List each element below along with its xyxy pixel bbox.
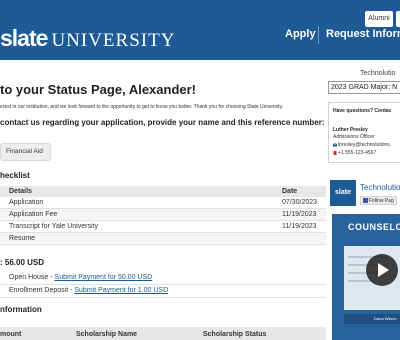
financial-info-heading: nformation	[0, 305, 42, 314]
divider	[0, 284, 326, 285]
counselor-video[interactable]: COUNSELOR TES Dana Wilson	[332, 214, 400, 340]
col-scholarship-status: Scholarship Status	[203, 331, 267, 338]
org-label: Technolutio	[360, 70, 396, 77]
social-widget: slate Technolutio Follow Pag	[330, 180, 400, 210]
apply-link[interactable]: Apply	[285, 28, 316, 40]
video-title: COUNSELOR TES	[348, 222, 400, 232]
checklist-heading: hecklist	[0, 171, 30, 180]
contact-email[interactable]: lpresley@technolutions.	[338, 142, 391, 148]
table-row: Application Fee 11/19/2023	[0, 209, 326, 221]
nav-divider	[318, 26, 319, 44]
slate-logo: slate	[330, 180, 356, 206]
submit-payment-link[interactable]: Submit Payment for 50.00 USD	[55, 274, 153, 281]
divider	[0, 297, 326, 298]
top-utility-button[interactable]	[396, 11, 400, 27]
request-info-link[interactable]: Request Informa	[326, 28, 400, 40]
row-detail: Resume	[9, 235, 36, 242]
contact-email-row[interactable]: lpresley@technolutions.	[332, 142, 391, 148]
widget-page-name[interactable]: Technolutio	[360, 183, 400, 192]
contact-title: Admissions Officer	[333, 134, 375, 140]
col-details: Details	[9, 188, 32, 195]
row-detail: Application Fee	[9, 211, 58, 218]
alumni-button[interactable]: Alumni	[365, 11, 393, 27]
thumbnail-line	[348, 280, 372, 282]
program-select[interactable]: 2023 GRAD Major: N	[328, 81, 400, 94]
envelope-icon	[332, 142, 338, 147]
row-detail: Transcript for Yale University	[9, 223, 98, 230]
payment-label: Open House -	[9, 274, 55, 281]
reference-note: contact us regarding your application, p…	[0, 118, 325, 127]
scholarship-table-header: mount Scholarship Name Scholarship Statu…	[0, 327, 326, 340]
intro-text: erest in our institution, and we look fo…	[0, 104, 284, 110]
play-icon[interactable]	[366, 254, 398, 286]
contact-name: Luther Presley	[333, 127, 368, 133]
site-header: slate UNIVERSITY Alumni Apply Request Inf…	[0, 0, 400, 60]
tab-financial-aid[interactable]: Financial Aid	[0, 143, 51, 161]
row-date: 11/19/2023	[282, 211, 317, 218]
table-row: Resume	[0, 233, 326, 245]
facebook-icon	[363, 197, 368, 203]
row-detail: Application	[9, 199, 44, 206]
col-date: Date	[282, 188, 298, 195]
checklist-table: Details Date Application 07/30/2023 Appl…	[0, 186, 326, 245]
row-date: 11/19/2023	[282, 223, 317, 230]
contact-question: Have questions? Contac	[333, 108, 392, 114]
table-row: Application 07/30/2023	[0, 197, 326, 209]
video-badge: Dana Wilson	[344, 314, 400, 324]
balance-due: : 56.00 USD	[0, 258, 45, 267]
row-date: 07/30/2023	[282, 199, 318, 206]
contact-phone-row: +1 555-123-4567	[333, 150, 376, 156]
brand-suffix: UNIVERSITY	[51, 30, 176, 51]
col-scholarship-name: Scholarship Name	[76, 331, 138, 338]
payment-label: Enrollment Deposit -	[9, 287, 75, 294]
brand-name: slate	[0, 25, 48, 51]
contact-phone: +1 555-123-4567	[338, 150, 377, 156]
follow-label: Follow Pag	[369, 198, 394, 204]
page-title: to your Status Page, Alexander!	[0, 82, 197, 97]
table-row: Transcript for Yale University 11/19/202…	[0, 221, 326, 233]
site-logo[interactable]: slate UNIVERSITY	[0, 25, 175, 52]
contact-card: Have questions? Contac Luther Presley Ad…	[328, 102, 400, 163]
follow-page-button[interactable]: Follow Pag	[360, 196, 397, 205]
table-header: Details Date	[0, 186, 326, 197]
col-amount: mount	[0, 331, 22, 338]
submit-payment-link[interactable]: Submit Payment for 1.00 USD	[74, 287, 168, 294]
phone-icon	[333, 150, 337, 155]
